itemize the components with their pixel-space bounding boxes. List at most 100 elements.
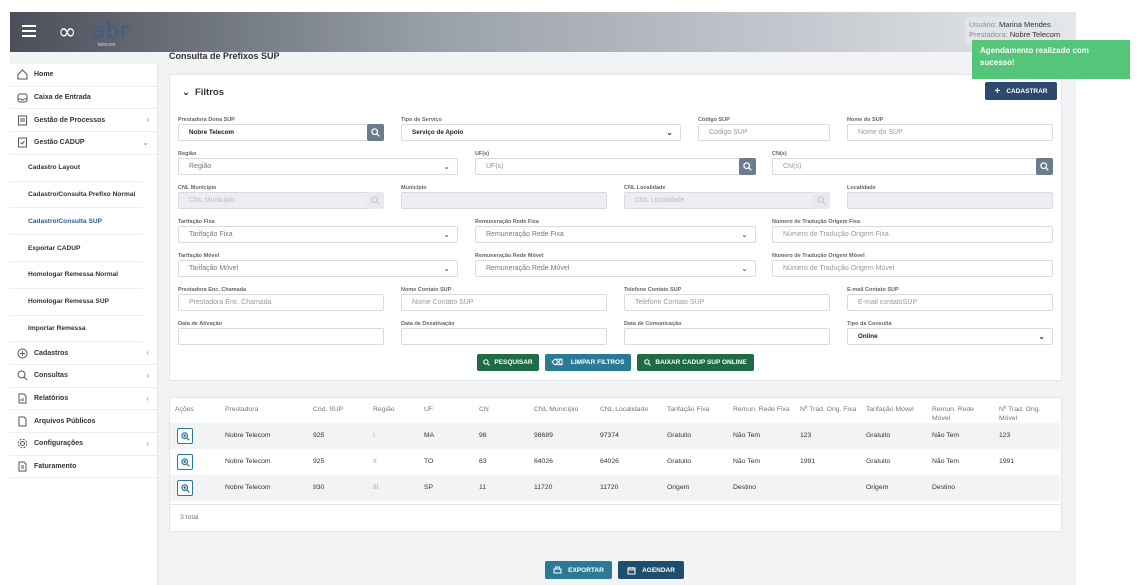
sidebar-item-label: Caixa de Entrada	[34, 94, 91, 102]
main-content: Consulta de Prefixos SUP ⌄ Filtros + CADAS…	[164, 51, 1072, 585]
pesquisar-button[interactable]: PESQUISAR	[477, 354, 539, 371]
sidebar-item-label: Configurações	[34, 440, 84, 448]
chevron-down-icon: ⌄	[741, 230, 748, 239]
results-table: Ações Prestadora Cód. SUP Região UF CN C…	[169, 397, 1062, 532]
sidebar-item-label: Faturamento	[34, 463, 77, 471]
nome-contato-input[interactable]: Nome Contato SUP	[401, 294, 607, 311]
email-contato-input[interactable]: E-mail contatoSUP	[847, 294, 1053, 311]
tarifacao-fixa-select[interactable]: Tarifação Fixa ⌄	[178, 226, 458, 243]
filters-panel: ⌄ Filtros + CADASTRAR Prestadora Dona SUP …	[169, 74, 1062, 381]
sidebar-subitem-exportar-cadup[interactable]: Exportar CADUP	[10, 235, 143, 262]
exportar-button[interactable]: EXPORTAR	[545, 561, 612, 579]
sidebar-item-processos[interactable]: Gestão de Processos ‹	[10, 109, 157, 133]
table-cell: SP	[424, 484, 434, 491]
report-icon	[16, 393, 28, 405]
sidebar-item-faturamento[interactable]: Faturamento	[10, 456, 157, 479]
sidebar-item-arquivos[interactable]: Arquivos Públicos	[10, 410, 157, 434]
agendar-button[interactable]: AGENDAR	[618, 561, 684, 579]
success-toast[interactable]: Agendamento realizado com sucesso!	[972, 40, 1130, 79]
prestadora-enc-input[interactable]: Prestadora Enc. Chamada	[178, 294, 384, 311]
filters-toggle[interactable]: ⌄ Filtros	[182, 87, 224, 98]
cadastrar-button[interactable]: + CADASTRAR	[985, 82, 1057, 100]
sidebar-item-cadup[interactable]: Gestão CADUP ⌄	[10, 132, 157, 155]
tipo-consulta-field: Tipo da Consulta Online ⌄	[847, 320, 1053, 345]
sidebar-subitem-cadastro-layout[interactable]: Cadastro Layout	[10, 155, 143, 182]
num-trad-movel-input[interactable]: Número de Tradução Origem Móvel	[772, 260, 1053, 277]
sidebar-item-label: Cadastros	[34, 349, 69, 357]
cnl-municipio-field: CNL Município CNL Município	[178, 184, 384, 209]
remuneracao-movel-select[interactable]: Remuneração Rede Móvel ⌄	[475, 260, 756, 277]
field-label: Tipo da Consulta	[847, 321, 892, 327]
sidebar-subitem-homologar-normal[interactable]: Homologar Remessa Normal	[10, 262, 143, 289]
table-cell: 11720	[600, 484, 619, 491]
nome-sup-input[interactable]: Nome do SUP	[847, 124, 1053, 141]
telefone-contato-input[interactable]: Telefone Contato SUP	[624, 294, 830, 311]
sidebar-subitem-homologar-sup[interactable]: Homologar Remessa SUP	[10, 289, 143, 316]
field-placeholder: Nome do SUP	[858, 129, 903, 136]
zoom-in-icon[interactable]	[177, 428, 193, 444]
field-label: E-mail Contato SUP	[847, 287, 899, 293]
codigo-sup-input[interactable]: Código SUP	[698, 124, 830, 141]
table-row[interactable]: Nobre Telecom 925 I MA 98 98689 97374 Gr…	[170, 423, 1060, 449]
tipo-consulta-select[interactable]: Online ⌄	[847, 328, 1053, 345]
tipo-servico-field: Tipo de Serviço Serviço de Apoio ⌄	[401, 116, 681, 141]
column-header: CNL Localidade	[600, 406, 649, 413]
provider-label: Prestadora:	[969, 30, 1008, 39]
field-label: Prestadora Enc. Chamada	[178, 287, 247, 293]
eraser-icon: ⌫	[551, 358, 563, 367]
sidebar-item-inbox[interactable]: Caixa de Entrada	[10, 87, 157, 110]
regiao-select[interactable]: Região ⌄	[178, 158, 458, 175]
field-placeholder: Tarifação Fixa	[189, 231, 233, 238]
sidebar-subitem-importar-remessa[interactable]: Importar Remessa	[10, 316, 143, 343]
search-icon[interactable]	[1036, 158, 1053, 175]
tarifacao-movel-select[interactable]: Tarifação Móvel ⌄	[178, 260, 458, 277]
chevron-down-icon: ⌄	[182, 87, 190, 98]
sidebar-subitem-prefixo-normal[interactable]: Cadastro/Consulta Prefixo Normal	[10, 182, 143, 209]
sidebar-item-configuracoes[interactable]: Configurações ‹	[10, 433, 157, 456]
table-cell: Gratuito	[667, 458, 692, 465]
sidebar-item-cadastros[interactable]: Cadastros ‹	[10, 342, 157, 366]
field-label: CN(s)	[772, 151, 787, 157]
search-icon[interactable]	[739, 158, 756, 175]
menu-icon[interactable]	[22, 25, 36, 37]
field-label: Tarifação Móvel	[178, 253, 220, 259]
num-trad-movel-field: Número de Tradução Origem Móvel Número d…	[772, 252, 1053, 277]
data-ativacao-input[interactable]	[178, 328, 384, 345]
search-icon[interactable]	[367, 124, 384, 141]
field-label: Remuneração Rede Móvel	[475, 253, 544, 259]
limpar-filtros-button[interactable]: ⌫ LIMPAR FILTROS	[545, 354, 631, 371]
logo-subtext: telecom	[98, 42, 116, 48]
sidebar-subitem-consulta-sup[interactable]: Cadastro/Consulta SUP	[10, 208, 143, 236]
chevron-down-icon: ⌄	[443, 230, 450, 239]
gear-icon	[16, 438, 28, 450]
prestadora-dona-input[interactable]: Nobre Telecom	[178, 124, 384, 141]
table-cell: 98	[479, 432, 487, 439]
zoom-in-icon[interactable]	[177, 480, 193, 496]
remuneracao-fixa-select[interactable]: Remuneração Rede Fixa ⌄	[475, 226, 756, 243]
zoom-in-icon[interactable]	[177, 454, 193, 470]
table-row[interactable]: Nobre Telecom 925 II TO 63 64026 64026 G…	[170, 449, 1060, 475]
field-label: Município	[401, 185, 427, 191]
table-row[interactable]: Nobre Telecom 930 III SP 11 11720 11720 …	[170, 475, 1060, 501]
num-trad-fixa-input[interactable]: Número de Tradução Origem Fixa	[772, 226, 1053, 243]
field-label: Tipo de Serviço	[401, 117, 442, 123]
ufs-input[interactable]: UF(s)	[475, 158, 756, 175]
table-cell: Não Tem	[733, 458, 761, 465]
field-label: Número de Tradução Origem Móvel	[772, 253, 865, 259]
tipo-servico-select[interactable]: Serviço de Apoio ⌄	[401, 124, 681, 141]
cns-input[interactable]: CN(s)	[772, 158, 1053, 175]
field-placeholder: Número de Tradução Origem Móvel	[783, 265, 895, 272]
baixar-cadup-button[interactable]: BAIXAR CADUP SUP ONLINE	[637, 354, 754, 371]
sidebar-item-consultas[interactable]: Consultas ‹	[10, 365, 157, 388]
field-placeholder: Tarifação Móvel	[189, 265, 239, 272]
chevron-down-icon: ⌄	[666, 128, 673, 137]
sidebar-item-home[interactable]: Home	[10, 64, 157, 87]
home-icon	[16, 69, 28, 81]
sidebar-subitem-label: Exportar CADUP	[28, 244, 81, 252]
data-desativacao-input[interactable]	[401, 328, 607, 345]
data-comunicacao-input[interactable]	[624, 328, 830, 345]
sidebar-item-label: Gestão de Processos	[34, 116, 106, 124]
abr-logo[interactable]: ∞ abr telecom	[58, 20, 129, 49]
table-cell: 63	[479, 458, 487, 465]
sidebar-item-relatorios[interactable]: Relatórios ‹	[10, 388, 157, 411]
